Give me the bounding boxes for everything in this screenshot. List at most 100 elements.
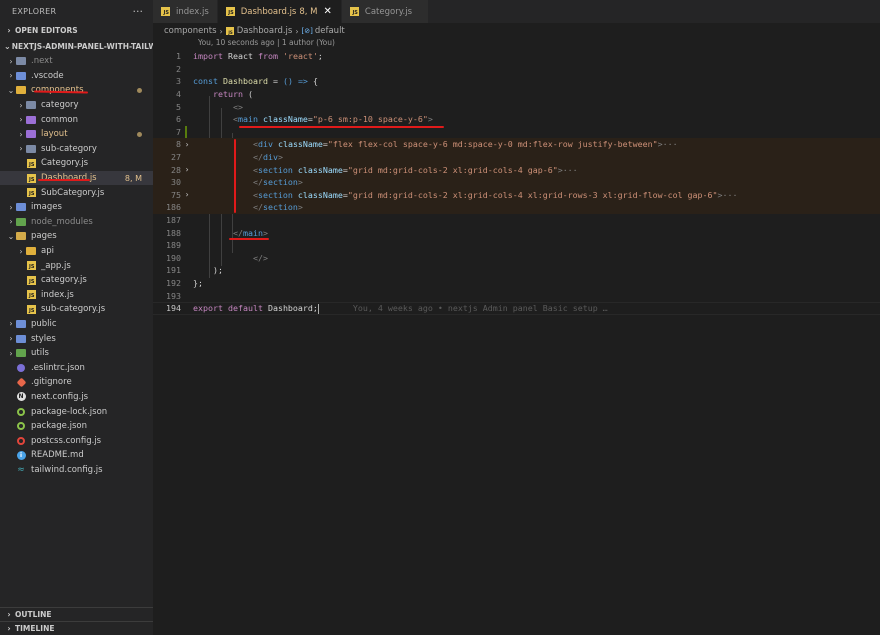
tab-index-js[interactable]: JS index.js — [153, 0, 218, 23]
tree-item-utils[interactable]: › utils — [0, 346, 153, 361]
breadcrumb-file[interactable]: Dashboard.js — [237, 26, 293, 36]
code-line: 30 </section> — [153, 176, 880, 189]
tree-item-pages[interactable]: ⌄ pages — [0, 229, 153, 244]
folder-icon — [16, 57, 26, 66]
chevron-right-icon: › — [7, 624, 11, 633]
code-line-current: 194 export default Dashboard; You, 4 week… — [153, 302, 880, 315]
chevron-right-icon: › — [9, 334, 13, 344]
npm-icon — [16, 422, 26, 431]
info-icon: i — [16, 450, 26, 460]
chevron-right-icon: › — [9, 348, 13, 358]
chevron-right-icon: › — [19, 115, 23, 125]
tailwind-icon: ≈ — [17, 464, 25, 475]
code-line: 189 — [166, 240, 181, 251]
tree-item-sub-category-page-js[interactable]: JS sub-category.js — [0, 302, 153, 317]
js-file-icon: JS — [26, 188, 36, 198]
folder-open-icon — [16, 232, 26, 241]
folder-icon — [16, 203, 26, 212]
tree-item-category-js[interactable]: JS Category.js — [0, 156, 153, 171]
chevron-right-icon: › — [9, 319, 13, 329]
js-file-icon: JS — [349, 7, 359, 16]
explorer-sidebar: EXPLORER ··· › OPEN EDITORS ⌄ NEXTJS-ADM… — [0, 0, 153, 635]
tree-item-package-lock[interactable]: package-lock.json — [0, 404, 153, 419]
close-icon[interactable]: ✕ — [324, 6, 332, 17]
code-line: 187 — [166, 215, 181, 226]
postcss-icon — [16, 436, 26, 445]
file-tree: › .next › .vscode ⌄ components › categor… — [0, 54, 153, 477]
js-file-icon: JS — [161, 7, 170, 16]
tab-category-js[interactable]: JS Category.js — [341, 0, 430, 23]
js-file-icon: JS — [225, 7, 235, 16]
code-line: 6 <main className="p-6 sm:p-10 space-y-6… — [176, 114, 433, 125]
tree-item-postcss-config[interactable]: postcss.config.js — [0, 433, 153, 448]
tree-item-node-modules[interactable]: › node_modules — [0, 215, 153, 230]
folder-icon — [16, 334, 26, 343]
folder-icon — [26, 130, 36, 139]
tree-item-next[interactable]: › .next — [0, 54, 153, 69]
tree-item-category-page-js[interactable]: JS category.js — [0, 273, 153, 288]
code-line: 5 <> — [176, 101, 243, 112]
code-line: 2 — [176, 63, 181, 74]
more-actions-icon[interactable]: ··· — [133, 5, 144, 18]
codelens-blame[interactable]: You, 10 seconds ago | 1 author (You) — [198, 38, 335, 47]
tree-item-layout[interactable]: › layout — [0, 127, 153, 142]
chevron-right-icon: › — [19, 100, 23, 110]
js-file-icon: JS — [26, 304, 36, 314]
chevron-down-icon: ⌄ — [7, 85, 15, 95]
tree-item-styles[interactable]: › styles — [0, 331, 153, 346]
js-file-icon: JS — [26, 173, 36, 183]
folder-icon — [26, 115, 36, 124]
editor-tabs: JS index.js JS Dashboard.js 8, M ✕ JS Ca… — [153, 0, 880, 23]
folder-icon — [26, 247, 36, 256]
folder-open-icon — [16, 86, 26, 95]
chevron-right-icon[interactable]: › — [181, 140, 193, 149]
chevron-right-icon: › — [9, 217, 13, 227]
open-editors-section[interactable]: › OPEN EDITORS — [0, 22, 153, 38]
symbol-variable-icon: [⊘] — [301, 27, 313, 35]
tree-item-sub-category-folder[interactable]: › sub-category — [0, 142, 153, 157]
tree-item-common[interactable]: › common — [0, 112, 153, 127]
tree-item-images[interactable]: › images — [0, 200, 153, 215]
outline-section[interactable]: › OUTLINE — [0, 607, 153, 621]
code-line: 27 </div> — [153, 150, 880, 164]
tree-item-vscode[interactable]: › .vscode — [0, 69, 153, 84]
breadcrumb-folder[interactable]: components — [164, 26, 217, 36]
tree-item-package-json[interactable]: package.json — [0, 419, 153, 434]
code-editor[interactable]: You, 10 seconds ago | 1 author (You) 1 i… — [153, 36, 880, 635]
explorer-header: EXPLORER ··· — [0, 0, 153, 22]
tree-item-gitignore[interactable]: .gitignore — [0, 375, 153, 390]
timeline-section[interactable]: › TIMELINE — [0, 621, 153, 635]
tree-item-tailwind-config[interactable]: ≈ tailwind.config.js — [0, 463, 153, 478]
tree-item-subcategory-js[interactable]: JS SubCategory.js — [0, 185, 153, 200]
tree-item-api[interactable]: › api — [0, 244, 153, 259]
tree-item-category-folder[interactable]: › category — [0, 98, 153, 113]
tree-item-app-js[interactable]: JS _app.js — [0, 258, 153, 273]
js-file-icon: JS — [26, 290, 36, 300]
text-cursor — [317, 303, 319, 314]
tree-item-next-config[interactable]: N next.config.js — [0, 390, 153, 405]
tree-item-index-js[interactable]: JS index.js — [0, 288, 153, 303]
tree-item-eslintrc[interactable]: .eslintrc.json — [0, 360, 153, 375]
annotation-bracket — [234, 139, 236, 213]
code-line: 75 › <section className="grid md:grid-col… — [153, 188, 880, 202]
chevron-right-icon[interactable]: › — [181, 190, 193, 199]
annotation-underline — [38, 179, 90, 181]
chevron-right-icon: › — [7, 25, 11, 35]
chevron-right-icon[interactable]: › — [181, 165, 193, 174]
tree-item-public[interactable]: › public — [0, 317, 153, 332]
chevron-right-icon: › — [19, 129, 23, 139]
tab-dashboard-js[interactable]: JS Dashboard.js 8, M ✕ — [217, 0, 342, 23]
tree-item-readme[interactable]: i README.md — [0, 448, 153, 463]
code-line: 191 ); — [166, 265, 223, 276]
modified-dot-icon — [137, 131, 142, 137]
npm-icon — [16, 407, 26, 416]
chevron-right-icon: › — [19, 144, 23, 154]
problems-badge: 8, M — [124, 173, 142, 183]
inline-blame: You, 4 weeks ago • nextjs Admin panel Ba… — [352, 303, 608, 314]
folder-icon — [26, 101, 36, 110]
modified-dot-icon — [137, 87, 142, 93]
chevron-right-icon: › — [219, 26, 223, 36]
breadcrumb-symbol[interactable]: default — [315, 26, 345, 36]
project-section[interactable]: ⌄ NEXTJS-ADMIN-PANEL-WITH-TAILWI... — [0, 38, 153, 54]
code-line: 4 return ( — [176, 89, 253, 100]
